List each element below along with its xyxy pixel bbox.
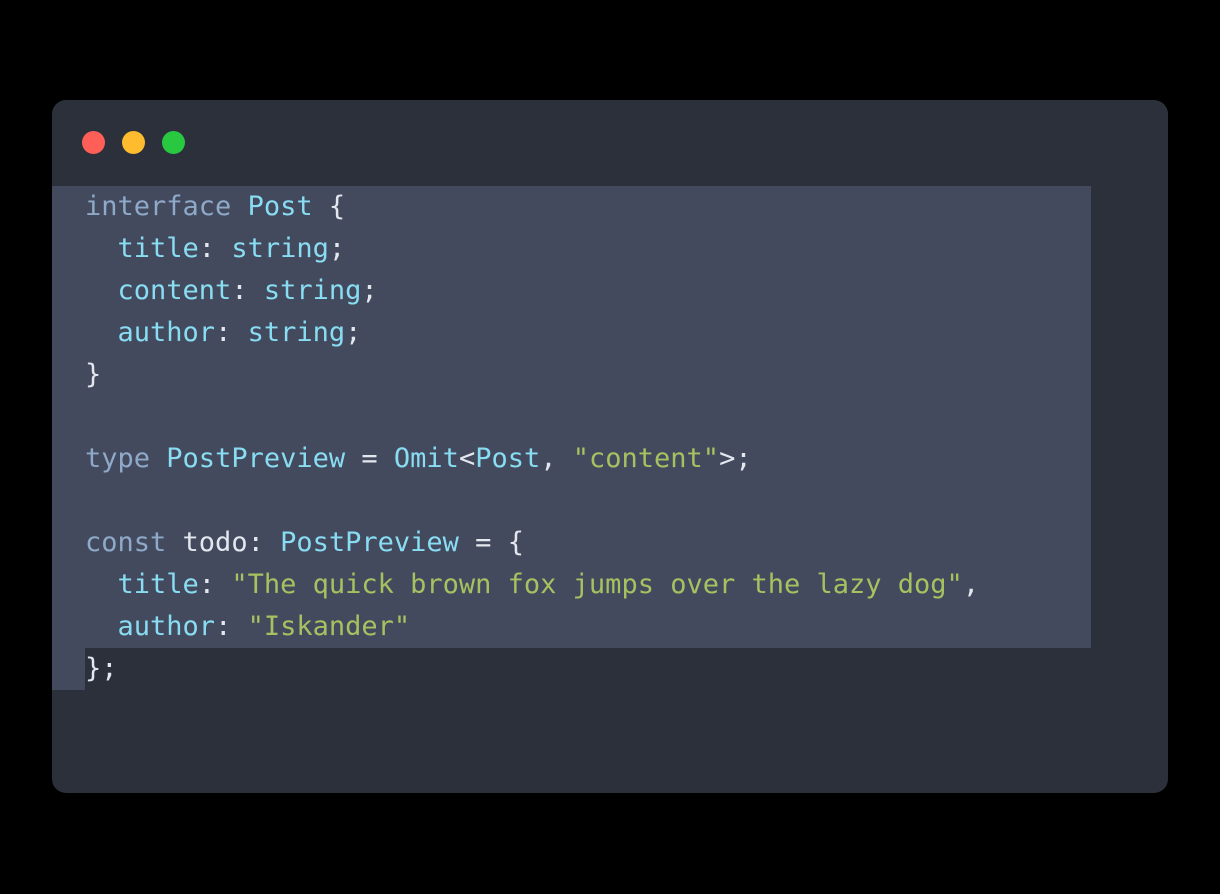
code-token-type: Post [247,191,313,222]
code-line[interactable]: interface Post { [52,186,1168,228]
code-line[interactable]: type PostPreview = Omit<Post, "content">… [52,438,1168,480]
code-token-punct: }; [85,653,118,684]
code-token-keyword: type [85,443,151,474]
close-button[interactable] [82,131,105,154]
code-token-punct: ; [361,275,378,306]
code-token-property: author [117,611,216,642]
maximize-button[interactable] [162,131,185,154]
code-token-string: "content" [572,443,720,474]
code-token-type: string [247,317,346,348]
page-root: interface Post { title: string; content:… [0,0,1220,894]
code-token-type: string [263,275,362,306]
code-token-keyword: interface [85,191,232,222]
code-token-punct: : [215,611,248,642]
code-token-property: title [117,233,199,264]
code-token-string: "The quick brown fox jumps over the lazy… [231,569,963,600]
code-token-punct: } [85,359,102,390]
code-token-keyword: const [85,527,167,558]
code-token-punct: >; [719,443,752,474]
code-line[interactable]: }; [52,648,1168,690]
code-token-punct: < [458,443,476,474]
code-snippet-window: interface Post { title: string; content:… [52,100,1168,793]
code-token-punct: { [328,191,346,222]
code-token-punct: = [475,527,492,558]
code-token-punct: { [507,527,524,558]
code-token-type: Post [475,443,541,474]
code-token-punct: : [247,527,281,558]
code-editor-area[interactable]: interface Post { title: string; content:… [52,186,1168,793]
code-token-punct: , [962,569,980,600]
code-line[interactable]: author: string; [52,312,1168,354]
code-token-punct: , [540,443,573,474]
code-token-property: title [117,569,199,600]
code-token-punct: : [198,569,232,600]
code-token-type: PostPreview [166,443,346,474]
code-block[interactable]: interface Post { title: string; content:… [52,186,1168,690]
code-line[interactable]: ​ [52,396,1168,438]
code-token-punct: ; [328,233,346,264]
code-line[interactable]: } [52,354,1168,396]
code-token-type: string [231,233,329,264]
code-line[interactable]: author: "Iskander" [52,606,1168,648]
code-line[interactable]: const todo: PostPreview = { [52,522,1168,564]
code-token-string: "Iskander" [247,611,411,642]
code-token-ident: todo [182,527,248,558]
code-token-property: content [117,275,232,306]
code-line[interactable]: title: string; [52,228,1168,270]
code-token-punct: : [198,233,232,264]
traffic-light-buttons [82,131,185,154]
code-token-punct: = [361,443,378,474]
code-token-punct: ; [345,317,362,348]
code-line[interactable]: content: string; [52,270,1168,312]
window-title-bar [52,100,1168,186]
code-token-punct: : [231,275,264,306]
code-line[interactable]: ​ [52,480,1168,522]
code-token-punct: : [215,317,248,348]
code-token-property: author [117,317,216,348]
code-token-type: Omit [393,443,459,474]
minimize-button[interactable] [122,131,145,154]
code-token-type: PostPreview [280,527,459,558]
code-line[interactable]: title: "The quick brown fox jumps over t… [52,564,1168,606]
